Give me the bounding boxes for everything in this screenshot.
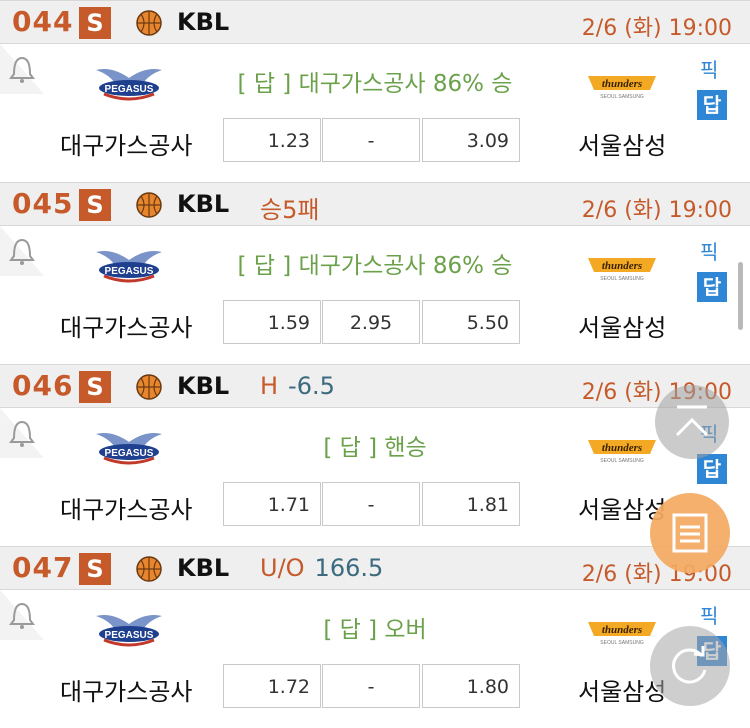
game-header[interactable]: 045 S KBL 승5패 2/6 (화) 19:00	[0, 182, 750, 226]
answer-button[interactable]: 답	[697, 90, 727, 120]
prediction-answer: [ 답 ] 핸승	[323, 435, 427, 461]
basketball-icon	[135, 373, 163, 401]
league-name: KBL	[177, 190, 230, 218]
odds-home[interactable]: 1.71	[223, 482, 321, 526]
game-header[interactable]: 044 S KBL 2/6 (화) 19:00	[0, 0, 750, 44]
away-team-name: 서울삼성	[578, 132, 667, 160]
scroll-top-button[interactable]	[655, 385, 729, 459]
bet-type-value: -6.5	[288, 372, 335, 400]
odds-draw[interactable]: -	[322, 664, 420, 708]
game-number: 044	[12, 5, 74, 38]
away-team-name: 서울삼성	[578, 314, 667, 342]
scrollbar[interactable]	[738, 262, 743, 330]
bet-type: H -6.5	[260, 372, 335, 400]
game-number: 045	[12, 187, 74, 220]
pick-button[interactable]: 픽	[700, 236, 718, 265]
odds-away[interactable]: 5.50	[422, 300, 520, 344]
home-team-name: 대구가스공사	[60, 132, 193, 160]
pick-button[interactable]: 픽	[700, 600, 718, 629]
scroll-to-top-icon	[675, 405, 709, 437]
game-body: PEGASUS thunders SEOUL SAMSUNG[ 답 ] 핸승 대구가스…	[0, 408, 750, 546]
sport-badge: S	[79, 7, 111, 39]
odds-home[interactable]: 1.59	[223, 300, 321, 344]
prediction-answer: [ 답 ] 대구가스공사 86% 승	[237, 253, 513, 279]
league-name: KBL	[177, 554, 230, 582]
sport-badge: S	[79, 371, 111, 403]
basketball-icon	[135, 555, 163, 583]
pick-button[interactable]: 픽	[700, 54, 718, 83]
game-card: 047 S KBL U/O 166.5 2/6 (화) 19:00 PEGASUS thund…	[0, 546, 750, 728]
list-menu-icon	[672, 513, 708, 553]
home-team-name: 대구가스공사	[60, 496, 193, 524]
odds-away[interactable]: 3.09	[422, 118, 520, 162]
game-number: 046	[12, 369, 74, 402]
game-body: PEGASUS thunders SEOUL SAMSUNG[ 답 ] 대구가스공사…	[0, 226, 750, 364]
bet-type: 승5패	[260, 190, 329, 225]
prediction-answer: [ 답 ] 오버	[323, 617, 427, 643]
odds-draw[interactable]: 2.95	[322, 300, 420, 344]
odds-away[interactable]: 1.80	[422, 664, 520, 708]
odds-away[interactable]: 1.81	[422, 482, 520, 526]
sport-badge: S	[79, 189, 111, 221]
refresh-button[interactable]	[650, 626, 730, 706]
bet-type-key: U/O	[260, 554, 305, 582]
home-team-name: 대구가스공사	[60, 678, 193, 706]
refresh-icon	[672, 646, 707, 684]
odds-home[interactable]: 1.23	[223, 118, 321, 162]
home-team-name: 대구가스공사	[60, 314, 193, 342]
game-card: 044 S KBL 2/6 (화) 19:00 PEGASUS thunders SEOUL…	[0, 0, 750, 182]
game-datetime: 2/6 (화) 19:00	[581, 198, 732, 223]
bet-type	[260, 8, 270, 36]
game-number: 047	[12, 551, 74, 584]
odds-home[interactable]: 1.72	[223, 664, 321, 708]
game-body: PEGASUS thunders SEOUL SAMSUNG[ 답 ] 오버 대구가스…	[0, 590, 750, 728]
basketball-icon	[135, 191, 163, 219]
sport-badge: S	[79, 553, 111, 585]
bet-type: U/O 166.5	[260, 554, 383, 582]
basketball-icon	[135, 9, 163, 37]
menu-button[interactable]	[650, 493, 730, 573]
game-card: 046 S KBL H -6.5 2/6 (화) 19:00 PEGASUS thunders…	[0, 364, 750, 546]
game-body: PEGASUS thunders SEOUL SAMSUNG[ 답 ] 대구가스공사…	[0, 44, 750, 182]
game-datetime: 2/6 (화) 19:00	[581, 16, 732, 41]
prediction-answer: [ 답 ] 대구가스공사 86% 승	[237, 71, 513, 97]
odds-draw[interactable]: -	[322, 118, 420, 162]
game-header[interactable]: 046 S KBL H -6.5 2/6 (화) 19:00	[0, 364, 750, 408]
answer-button[interactable]: 답	[697, 272, 727, 302]
bet-type-value: 166.5	[314, 554, 384, 582]
odds-draw[interactable]: -	[322, 482, 420, 526]
game-card: 045 S KBL 승5패 2/6 (화) 19:00 PEGASUS thunders SE…	[0, 182, 750, 364]
bet-type-key: 승5패	[260, 196, 320, 224]
bet-type-key: H	[260, 372, 279, 400]
league-name: KBL	[177, 372, 230, 400]
league-name: KBL	[177, 8, 230, 36]
game-header[interactable]: 047 S KBL U/O 166.5 2/6 (화) 19:00	[0, 546, 750, 590]
